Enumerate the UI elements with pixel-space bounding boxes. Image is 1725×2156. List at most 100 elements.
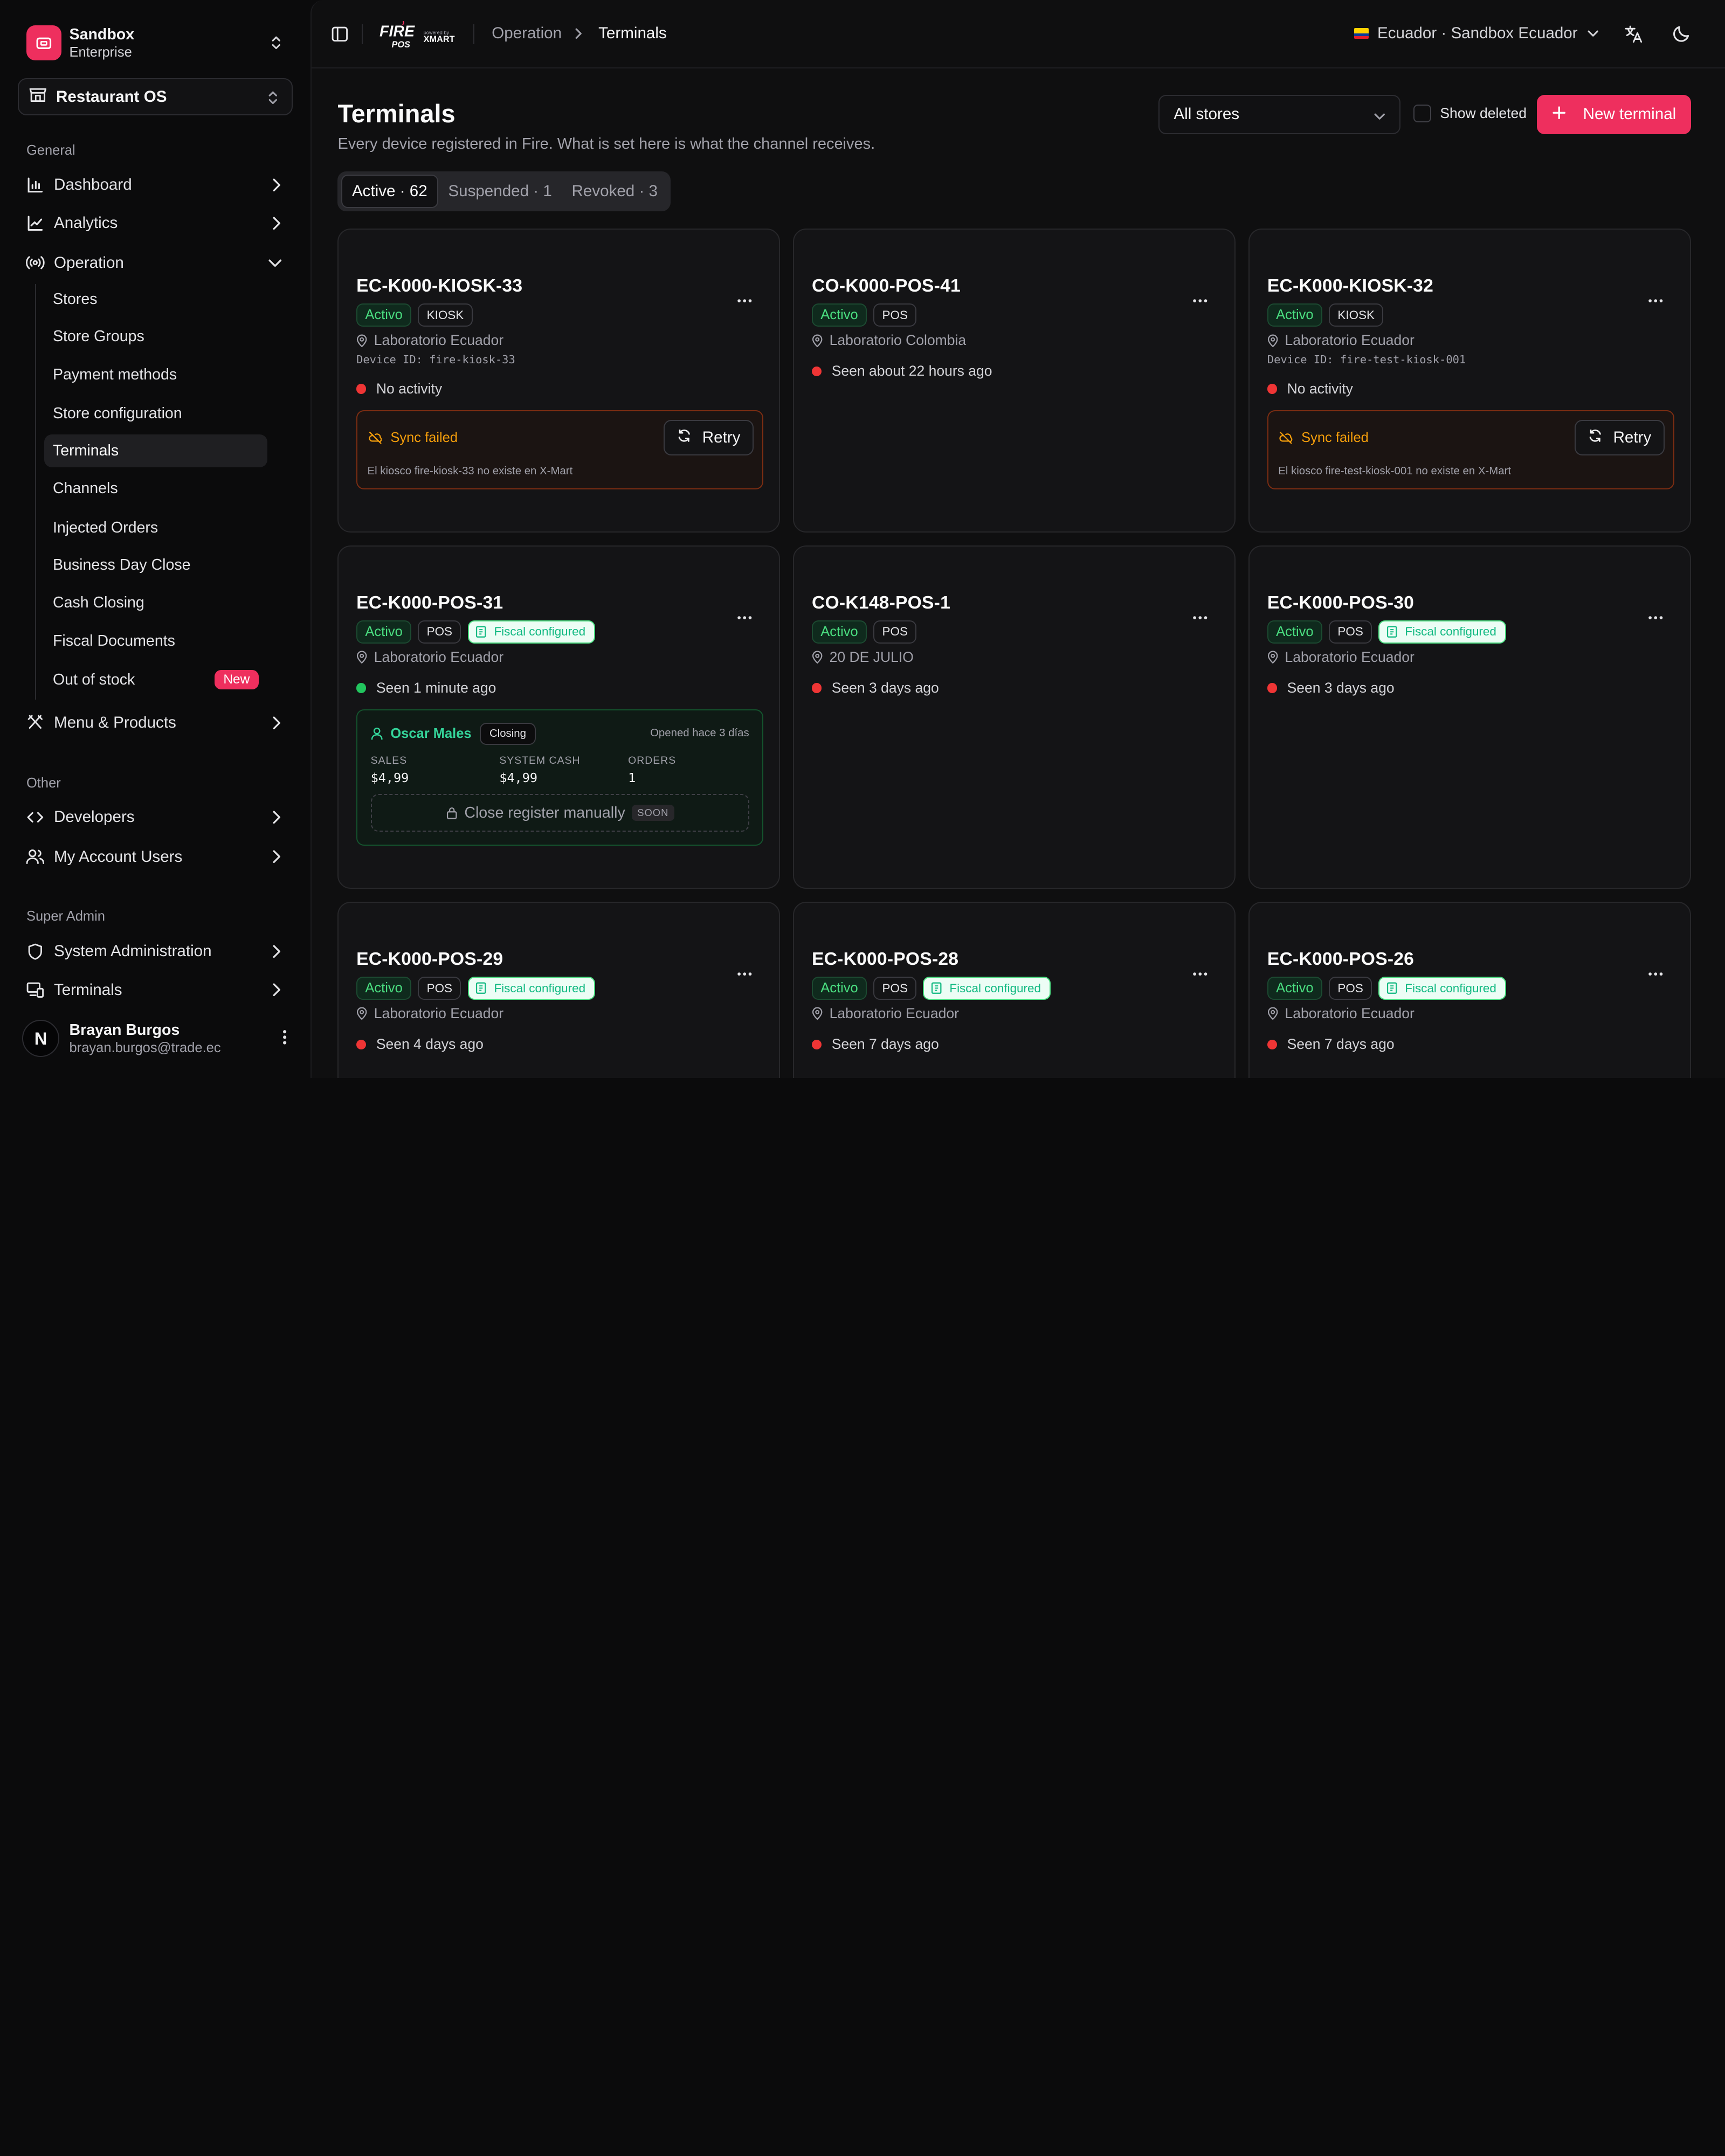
more-horizontal-icon[interactable] [1648,287,1664,308]
sidebar-item-system-administration[interactable]: System Administration [18,935,293,968]
sidebar-item-out-of-stock[interactable]: Out of stock New [44,664,267,696]
more-horizontal-icon[interactable] [737,604,753,624]
sidebar-item-stores[interactable]: Stores [44,282,267,315]
sidebar-item-injected-orders[interactable]: Injected Orders [44,512,267,544]
sidebar-toggle-icon[interactable] [331,25,349,47]
terminal-card[interactable]: EC-K000-KIOSK-32 Activo KIOSK Laboratori… [1248,229,1691,533]
country-selector[interactable]: Ecuador · Sandbox Ecuador [1354,24,1599,43]
map-pin-icon [1267,1007,1278,1020]
more-horizontal-icon[interactable] [1648,604,1664,624]
breadcrumb-operation[interactable]: Operation [492,24,562,43]
retry-label: Retry [1613,429,1652,447]
terminal-card[interactable]: EC-K000-POS-31 Activo POS Fiscal configu… [337,545,780,889]
terminal-name: EC-K000-KIOSK-32 [1267,276,1434,296]
subnav-divider [35,284,37,700]
status-badge: Activo [356,620,412,644]
activity-status: No activity [1267,381,1353,397]
svg-text:FIRE: FIRE [380,23,415,40]
stat-orders: ORDERS 1 [628,755,676,785]
sidebar-item-store-groups[interactable]: Store Groups [44,320,267,353]
sidebar-item-payment-methods[interactable]: Payment methods [44,358,267,391]
new-terminal-button[interactable]: New terminal [1536,94,1691,134]
map-pin-icon [356,334,367,347]
sidebar-item-my-account-users[interactable]: My Account Users [18,840,293,873]
sidebar-item-store-configuration[interactable]: Store configuration [44,397,267,430]
more-horizontal-icon[interactable] [737,960,753,981]
tab-active[interactable]: Active · 62 [341,175,439,208]
show-deleted-toggle[interactable]: Show deleted [1413,104,1527,122]
seen-label: Seen 7 days ago [1287,1036,1395,1053]
receipt-icon [931,982,942,994]
type-badge: POS [418,620,461,644]
seen-label: Seen 4 days ago [376,1036,484,1053]
sidebar-item-business-day-close[interactable]: Business Day Close [44,549,267,582]
store-filter-select[interactable]: All stores [1158,94,1400,134]
tab-suspended[interactable]: Suspended · 1 [438,175,562,208]
more-horizontal-icon[interactable] [1648,960,1664,981]
sidebar-item-fiscal-documents[interactable]: Fiscal Documents [44,625,267,658]
product-select[interactable]: Restaurant OS [17,78,293,116]
chevron-right-icon [270,177,282,197]
bar-chart-icon [25,175,45,195]
sidebar-item-analytics[interactable]: Analytics [18,207,293,240]
terminal-card[interactable]: EC-K000-POS-28 Activo POS Fiscal configu… [793,902,1236,1078]
stat-system-cash: SYSTEM CASH $4,99 [499,755,580,785]
location-label: Laboratorio Ecuador [374,1005,504,1022]
seen-label: Seen 3 days ago [1287,680,1395,696]
device-id: Device ID: fire-test-kiosk-001 [1267,353,1466,367]
sidebar-item-label: Analytics [53,214,118,232]
location-label: 20 DE JULIO [829,649,914,666]
location-label: Laboratorio Ecuador [1285,649,1414,666]
status-badge: Activo [1267,620,1322,644]
map-pin-icon [1267,651,1278,664]
terminal-card[interactable]: EC-K000-POS-30 Activo POS Fiscal configu… [1248,545,1691,889]
sidebar-item-operation[interactable]: Operation [18,246,293,279]
terminal-name: EC-K000-POS-29 [356,949,503,970]
more-horizontal-icon[interactable] [1192,604,1208,624]
session-opened: Opened hace 3 días [650,727,749,739]
terminal-card[interactable]: EC-K000-KIOSK-33 Activo KIOSK Laboratori… [337,229,780,533]
sidebar-item-terminals[interactable]: Terminals [44,434,267,468]
sidebar-item-admin-terminals[interactable]: Terminals [18,973,293,1006]
store-filter-value: All stores [1174,105,1240,123]
org-switcher[interactable]: Sandbox Enterprise [18,16,293,71]
radio-broadcast-icon [25,253,45,273]
moon-icon[interactable] [1672,24,1691,47]
status-dot [812,1039,822,1050]
fiscal-configured-badge: Fiscal configured [467,620,596,644]
map-pin-icon [812,651,823,664]
sidebar-item-developers[interactable]: Developers [18,801,293,834]
terminal-card[interactable]: EC-K000-POS-29 Activo POS Fiscal configu… [337,902,780,1078]
sidebar-item-dashboard[interactable]: Dashboard [18,168,293,201]
type-badge: KIOSK [418,303,473,327]
plus-icon [1552,105,1565,123]
more-horizontal-icon[interactable] [1192,287,1208,308]
translate-icon[interactable] [1624,24,1644,49]
chevron-right-icon [573,26,584,45]
device-id: Device ID: fire-kiosk-33 [356,353,515,367]
sidebar-item-cash-closing[interactable]: Cash Closing [44,586,267,619]
divider [473,24,474,44]
terminal-card[interactable]: CO-K000-POS-41 Activo POS Laboratorio Co… [793,229,1236,533]
more-horizontal-icon[interactable] [737,287,753,308]
user-menu[interactable]: N Brayan Burgos brayan.burgos@trade.ec [22,1017,297,1061]
shield-icon [25,942,45,962]
more-vertical-icon[interactable] [281,1027,288,1052]
type-badge: POS [873,620,917,644]
show-deleted-checkbox[interactable] [1413,104,1432,122]
more-horizontal-icon[interactable] [1192,960,1208,981]
sidebar-item-channels[interactable]: Channels [44,472,267,505]
terminal-name: EC-K000-POS-30 [1267,592,1414,613]
terminal-card[interactable]: CO-K148-POS-1 Activo POS 20 DE JULIO See… [793,545,1236,889]
fire-pos-logo[interactable]: FIRE POS powered by XMART [380,20,459,51]
tab-revoked[interactable]: Revoked · 3 [562,175,667,208]
receipt-icon [475,982,486,994]
retry-button[interactable]: Retry [1575,420,1665,455]
retry-button[interactable]: Retry [664,420,754,455]
status-tabs: Active · 62 Suspended · 1 Revoked · 3 [337,171,671,211]
sidebar-item-menu-products[interactable]: Menu & Products [18,706,293,739]
terminal-card[interactable]: EC-K000-POS-26 Activo POS Fiscal configu… [1248,902,1691,1078]
activity-status: Seen 3 days ago [812,680,939,696]
section-label-general: General [26,143,75,158]
seen-label: Seen 7 days ago [831,1036,939,1053]
